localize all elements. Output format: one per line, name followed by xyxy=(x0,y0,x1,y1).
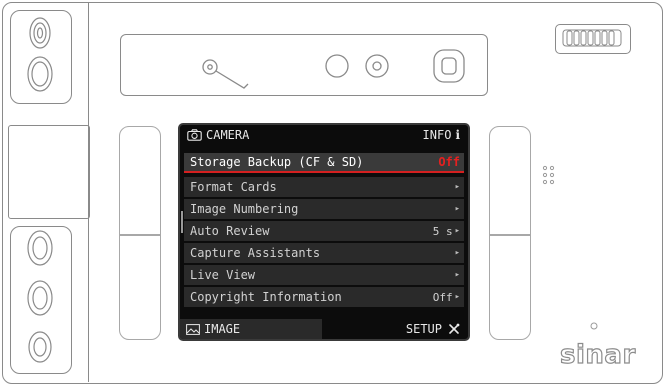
menu-item-live-view[interactable]: Live View ▸ xyxy=(184,265,464,285)
menu-item-storage-backup[interactable]: Storage Backup (CF & SD) Off xyxy=(184,153,464,173)
menu-title: CAMERA xyxy=(206,128,250,142)
menu-item-label: Auto Review xyxy=(190,224,270,238)
tab-image[interactable]: IMAGE xyxy=(180,319,322,339)
menu-item-format-cards[interactable]: Format Cards ▸ xyxy=(184,177,464,197)
tab-setup[interactable]: SETUP xyxy=(406,322,468,336)
chevron-right-icon: ▸ xyxy=(454,182,460,192)
menu-item-image-numbering[interactable]: Image Numbering ▸ xyxy=(184,199,464,219)
menu-item-label: Storage Backup (CF & SD) xyxy=(190,155,364,169)
menu-screen: CAMERA INFO i Storage Backup (CF & SD) O… xyxy=(178,123,470,341)
menu-item-value: Off xyxy=(438,155,460,169)
chevron-right-icon: ▸ xyxy=(454,270,460,280)
chevron-right-icon: ▸ xyxy=(454,248,460,258)
menu-item-value: Off xyxy=(432,290,453,304)
menu-item-label: Format Cards xyxy=(190,180,277,194)
menu-header: CAMERA INFO i xyxy=(180,125,468,145)
tab-setup-label: SETUP xyxy=(405,322,442,336)
image-icon xyxy=(186,323,200,335)
menu-item-auto-review[interactable]: Auto Review 5 s ▸ xyxy=(184,221,464,241)
menu-item-label: Image Numbering xyxy=(190,202,299,216)
camera-body: sinar CAMERA INFO i Storage Backup (CF &… xyxy=(0,0,663,384)
menu-item-label: Capture Assistants xyxy=(190,246,321,260)
info-icon[interactable]: i xyxy=(455,128,460,142)
status-led-icon xyxy=(590,322,598,330)
menu-item-label: Live View xyxy=(190,268,256,282)
chevron-right-icon: ▸ xyxy=(454,204,460,214)
menu-footer: IMAGE SETUP xyxy=(180,319,468,339)
scroll-indicator xyxy=(181,211,183,233)
menu-item-capture-assistants[interactable]: Capture Assistants ▸ xyxy=(184,243,464,263)
menu-item-value: 5 s xyxy=(432,224,453,238)
brand-logo: sinar xyxy=(559,339,636,370)
chevron-right-icon: ▸ xyxy=(454,226,460,236)
menu-item-copyright-information[interactable]: Copyright Information Off ▸ xyxy=(184,287,464,307)
tab-image-label: IMAGE xyxy=(204,322,241,336)
menu-item-label: Copyright Information xyxy=(190,290,342,304)
chevron-right-icon: ▸ xyxy=(454,292,460,302)
tools-icon xyxy=(449,323,460,334)
info-label[interactable]: INFO xyxy=(423,128,452,142)
camera-icon xyxy=(187,129,202,141)
